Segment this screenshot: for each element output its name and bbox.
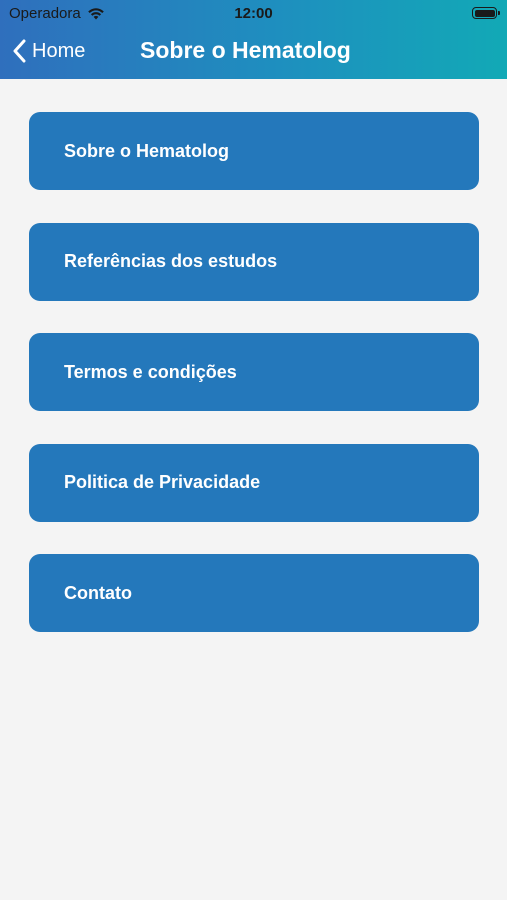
menu-item-label: Contato [64,582,132,603]
about-menu: Sobre o Hematolog Referências dos estudo… [29,112,479,665]
menu-item-label: Termos e condições [64,361,237,382]
menu-item-sobre[interactable]: Sobre o Hematolog [29,112,479,190]
nav-bar: Home Sobre o Hematolog [0,28,507,79]
menu-item-label: Referências dos estudos [64,251,278,271]
status-bar: Operadora 12:00 [0,0,507,28]
menu-item-contato[interactable]: Contato [29,554,479,632]
chevron-left-icon [12,39,26,63]
status-time: 12:00 [234,5,273,22]
page-title: Sobre o Hematolog [140,37,351,63]
back-button-label: Home [32,39,86,62]
back-button[interactable]: Home [12,39,85,63]
battery-icon [472,7,500,19]
header: Operadora 12:00 Home Sobre o Hematolog [0,0,507,79]
menu-item-referencias[interactable]: Referências dos estudos [29,222,479,301]
menu-item-label: Politica de Privacidade [64,472,261,492]
menu-item-termos[interactable]: Termos e condições [29,333,479,411]
menu-item-label: Sobre o Hematolog [64,140,230,161]
menu-item-privacidade[interactable]: Politica de Privacidade [29,443,479,522]
